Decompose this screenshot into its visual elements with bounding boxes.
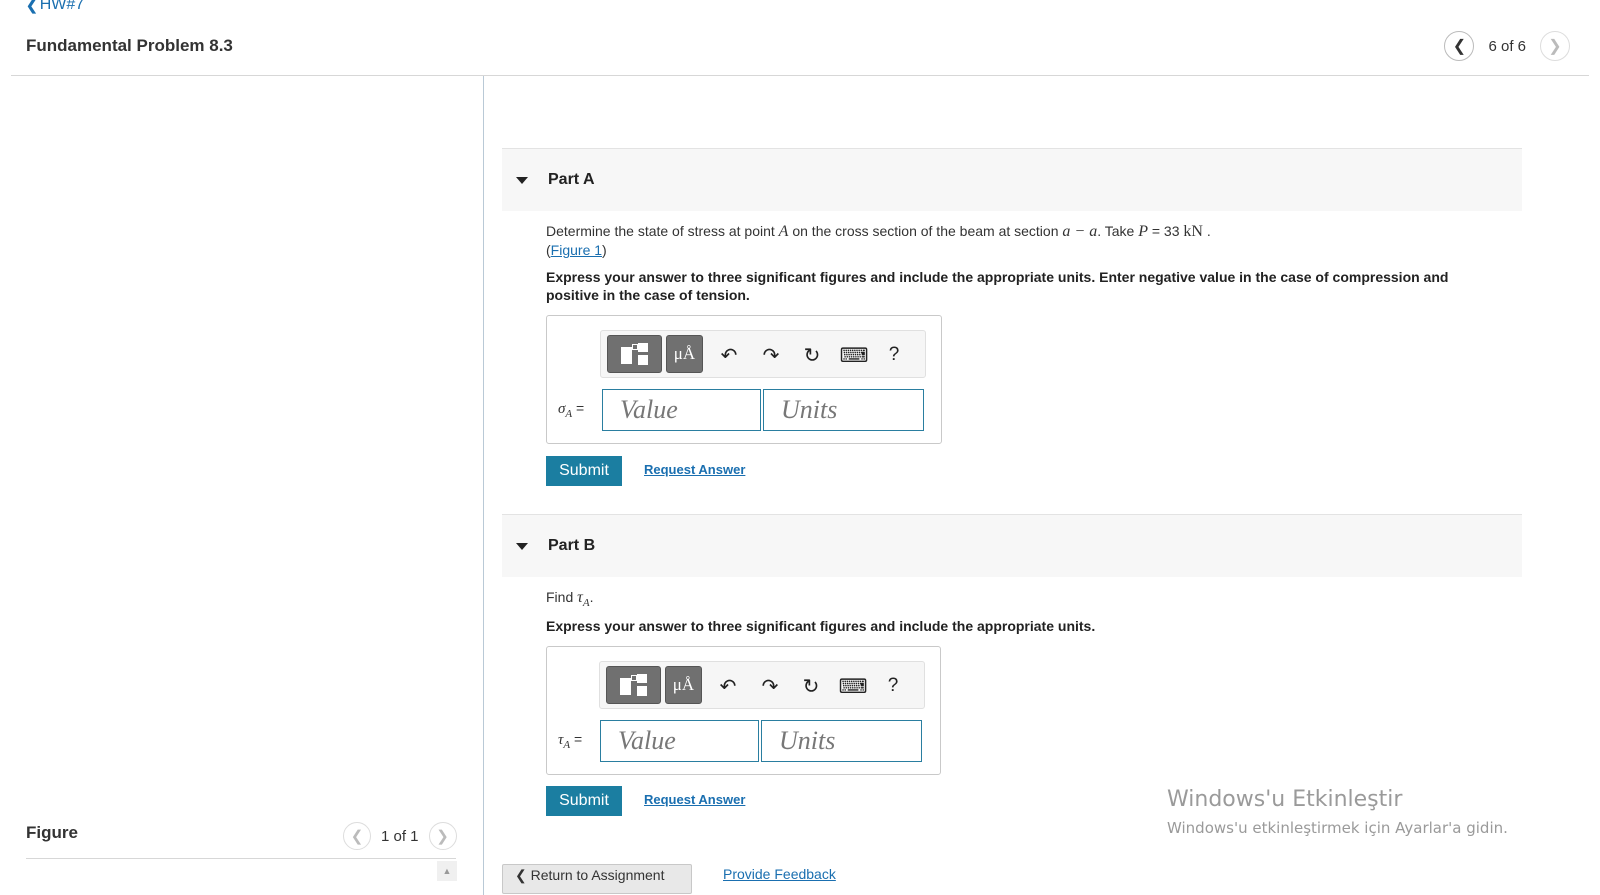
back-link-label: HW#7 — [39, 0, 85, 13]
undo-icon[interactable]: ↶ — [718, 344, 740, 367]
figure-navigation: ❮ 1 of 1 ❯ — [343, 822, 457, 850]
undo-icon[interactable]: ↶ — [717, 675, 739, 698]
chevron-right-icon: ❯ — [436, 828, 449, 845]
templates-icon — [617, 672, 651, 698]
point-symbol: A — [778, 223, 789, 240]
back-to-assignment-link[interactable]: ❮ HW#7 — [26, 0, 84, 14]
figure-counter: 1 of 1 — [381, 827, 419, 845]
keyboard-icon[interactable]: ⌨ — [840, 344, 869, 367]
chevron-left-icon: ❮ — [26, 0, 38, 13]
collapse-triangle-icon — [516, 176, 528, 184]
load-value: = 33 — [1147, 223, 1184, 239]
question-text: . Take — [1097, 223, 1139, 239]
caret-up-icon: ▲ — [442, 866, 452, 876]
load-unit: kN — [1183, 223, 1203, 240]
templates-button[interactable] — [606, 666, 661, 704]
next-problem-button[interactable]: ❯ — [1540, 31, 1570, 61]
units-input[interactable] — [761, 720, 922, 762]
figure-scroll-up-button[interactable]: ▲ — [437, 861, 457, 881]
part-a-header[interactable]: Part A — [502, 148, 1522, 211]
question-text: . — [1202, 223, 1211, 239]
figure-divider — [26, 858, 456, 859]
templates-button[interactable] — [607, 335, 662, 373]
question-text: on the cross section of the beam at sect… — [788, 223, 1063, 239]
page-title: Fundamental Problem 8.3 — [26, 36, 233, 55]
previous-problem-button[interactable]: ❮ — [1444, 31, 1475, 61]
part-b-title: Part B — [548, 537, 596, 554]
chevron-left-icon: ❮ — [515, 867, 527, 883]
units-input[interactable] — [763, 389, 924, 431]
watermark-subtitle: Windows'u etkinleştirmek için Ayarlar'a … — [1167, 819, 1508, 837]
chevron-right-icon: ❯ — [1548, 38, 1562, 55]
part-a-answer-box: μÅ ↶ ↷ ↻ ⌨ ? σA = — [546, 315, 942, 444]
variable-subscript: A — [582, 596, 590, 609]
figure-1-link[interactable]: Figure 1 — [551, 242, 602, 258]
part-a-instructions: Express your answer to three significant… — [546, 269, 1449, 303]
math-toolbar: μÅ ↶ ↷ ↻ ⌨ ? — [599, 661, 925, 709]
help-button[interactable]: ? — [883, 344, 905, 366]
figure-label: Figure — [26, 823, 78, 842]
sigma-a-label: σA = — [558, 400, 584, 420]
help-button[interactable]: ? — [882, 675, 904, 697]
figure-panel — [0, 76, 484, 895]
problem-navigation: ❮ 6 of 6 ❯ — [1444, 31, 1570, 61]
load-symbol: P — [1138, 223, 1148, 240]
chevron-left-icon: ❮ — [1452, 38, 1467, 55]
math-toolbar: μÅ ↶ ↷ ↻ ⌨ ? — [600, 330, 926, 378]
return-label: Return to Assignment — [530, 867, 665, 883]
templates-icon — [618, 341, 652, 367]
redo-icon[interactable]: ↷ — [760, 344, 782, 367]
equals-sign: = — [572, 400, 585, 416]
part-b-header[interactable]: Part B — [502, 514, 1522, 577]
part-a-title: Part A — [548, 171, 595, 188]
question-text: Find — [546, 589, 578, 605]
value-input[interactable] — [602, 389, 761, 431]
part-b-instructions: Express your answer to three significant… — [546, 618, 1096, 634]
section-symbol: a − a — [1062, 223, 1098, 240]
return-to-assignment-button[interactable]: ❮ Return to Assignment — [502, 864, 692, 894]
part-b-answer-box: μÅ ↶ ↷ ↻ ⌨ ? τA = — [546, 646, 941, 775]
part-b-submit-button[interactable]: Submit — [546, 786, 622, 816]
units-button[interactable]: μÅ — [666, 335, 703, 373]
next-figure-button[interactable]: ❯ — [428, 822, 457, 850]
provide-feedback-link[interactable]: Provide Feedback — [723, 866, 836, 882]
windows-activation-watermark: Windows'u Etkinleştir Windows'u etkinleş… — [1167, 786, 1508, 838]
chevron-left-icon: ❮ — [350, 828, 364, 845]
reset-icon[interactable]: ↻ — [801, 344, 823, 367]
part-b-request-answer-link[interactable]: Request Answer — [644, 792, 745, 807]
part-a-question: Determine the state of stress at point A… — [546, 223, 1211, 258]
part-a-request-answer-link[interactable]: Request Answer — [644, 462, 745, 477]
collapse-triangle-icon — [516, 542, 528, 550]
tau-a-label: τA = — [558, 731, 582, 751]
units-button[interactable]: μÅ — [665, 666, 702, 704]
problem-counter: 6 of 6 — [1488, 37, 1526, 55]
part-b-question: Find τA. — [546, 588, 593, 612]
value-input[interactable] — [600, 720, 759, 762]
part-a-submit-button[interactable]: Submit — [546, 456, 622, 486]
watermark-title: Windows'u Etkinleştir — [1167, 787, 1403, 812]
question-text: Determine the state of stress at point — [546, 223, 779, 239]
reset-icon[interactable]: ↻ — [800, 675, 822, 698]
question-text: . — [589, 589, 594, 605]
previous-figure-button[interactable]: ❮ — [343, 822, 371, 850]
keyboard-icon[interactable]: ⌨ — [839, 675, 868, 698]
redo-icon[interactable]: ↷ — [759, 675, 781, 698]
equals-sign: = — [570, 731, 583, 747]
